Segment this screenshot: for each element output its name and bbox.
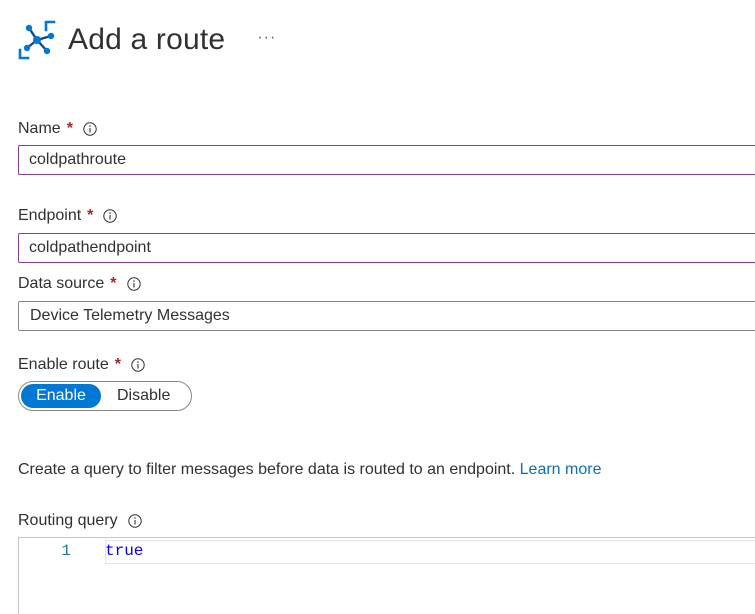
required-marker: * (114, 356, 121, 373)
data-source-label: Data source * (18, 273, 141, 295)
enable-button[interactable]: Enable (21, 384, 101, 408)
required-marker: * (110, 275, 117, 292)
endpoint-input[interactable] (18, 233, 755, 263)
data-source-label-text: Data source (18, 275, 105, 292)
add-route-page: Add a route ··· Name * Endpoint * Data s… (0, 0, 755, 614)
name-label-text: Name (18, 120, 61, 137)
enable-route-label: Enable route * (18, 354, 145, 376)
info-icon[interactable] (131, 358, 145, 372)
current-line-highlight (105, 540, 755, 564)
data-source-selected: Device Telemetry Messages (30, 307, 230, 324)
required-marker: * (87, 207, 94, 224)
more-options-button[interactable]: ··· (257, 18, 276, 58)
enable-route-label-text: Enable route (18, 356, 109, 373)
page-title: Add a route (68, 23, 226, 56)
page-header: Add a route ··· (18, 16, 276, 64)
required-marker: * (66, 120, 73, 137)
routing-query-label-text: Routing query (18, 512, 118, 529)
endpoint-label: Endpoint * (18, 205, 118, 227)
learn-more-link[interactable]: Learn more (520, 461, 602, 478)
info-icon[interactable] (127, 514, 142, 528)
routing-query-label: Routing query (18, 510, 142, 532)
line-number: 1 (61, 542, 71, 560)
data-source-dropdown[interactable]: Device Telemetry Messages (18, 301, 755, 331)
routing-query-editor[interactable]: 1 true (18, 537, 755, 614)
query-description: Create a query to filter messages before… (18, 461, 601, 479)
endpoint-label-text: Endpoint (18, 207, 82, 224)
name-label: Name * (18, 118, 97, 140)
disable-button[interactable]: Disable (101, 384, 170, 408)
name-input[interactable] (18, 145, 755, 175)
info-icon[interactable] (126, 277, 141, 291)
enable-route-toggle: Enable Disable (18, 381, 192, 411)
info-icon[interactable] (83, 122, 97, 136)
breadcrumb-cutoff (130, 0, 450, 3)
route-icon (18, 20, 56, 60)
info-icon[interactable] (103, 209, 118, 223)
query-code[interactable]: true (105, 540, 143, 562)
query-description-text: Create a query to filter messages before… (18, 461, 516, 478)
